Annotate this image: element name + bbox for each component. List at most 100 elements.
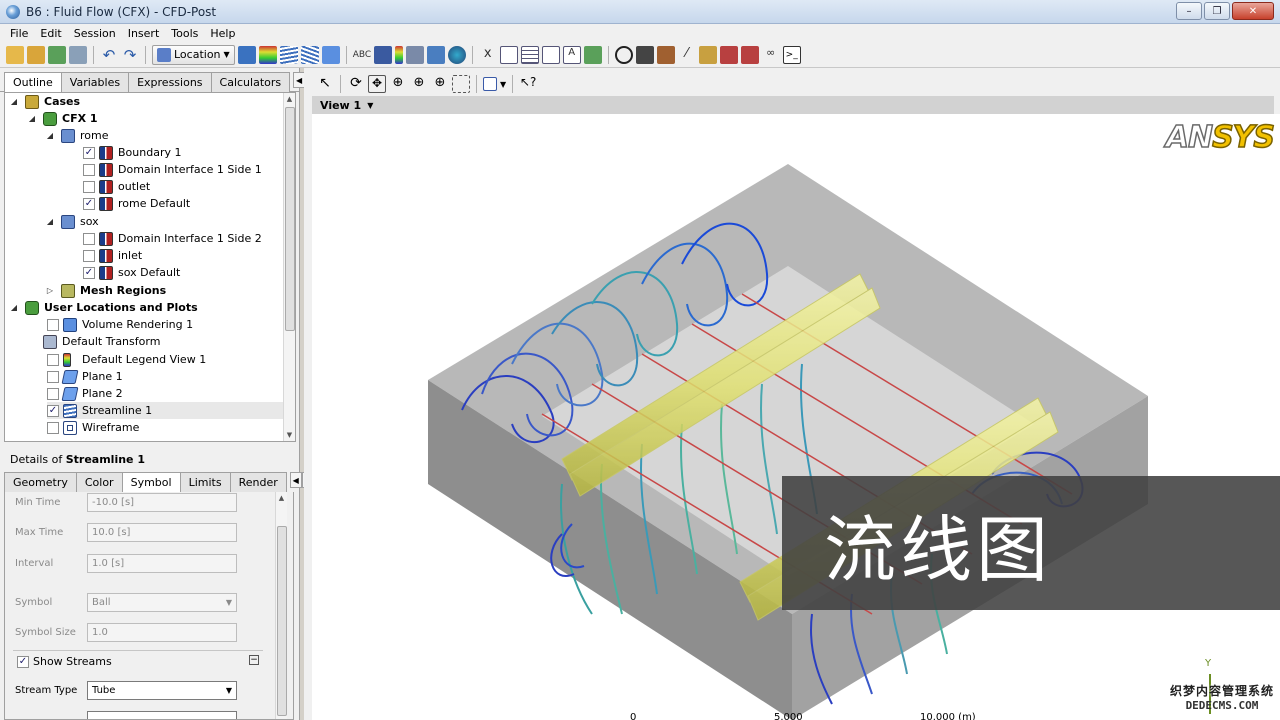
scrollbar-thumb[interactable]	[277, 526, 287, 716]
tree-node-wireframe[interactable]: Wireframe	[47, 419, 139, 436]
visibility-checkbox[interactable]	[83, 163, 95, 176]
clip-plane-icon[interactable]	[426, 45, 445, 64]
comment-icon[interactable]: A	[562, 45, 581, 64]
pan-icon[interactable]: ✥	[368, 75, 386, 93]
redo-icon[interactable]: ↷	[121, 46, 139, 64]
tree-node-legend[interactable]: Default Legend View 1	[47, 351, 206, 368]
close-button[interactable]: ✕	[1232, 2, 1274, 20]
tree-node-domain-sox[interactable]: ◢ sox	[45, 213, 99, 230]
tree-node-plane-1[interactable]: Plane 1	[47, 368, 123, 385]
particle-track-icon[interactable]	[300, 45, 319, 64]
command-editor-icon[interactable]: >_	[782, 45, 801, 64]
viewport-layout-icon[interactable]	[483, 77, 497, 91]
expander-icon[interactable]: ◢	[45, 217, 55, 226]
tree-scrollbar[interactable]: ▲ ▼	[283, 93, 295, 441]
variable-icon[interactable]: x	[479, 46, 497, 64]
expander-icon[interactable]: ▷	[45, 286, 55, 295]
tab-outline[interactable]: Outline	[4, 72, 62, 93]
menu-help[interactable]: Help	[204, 27, 241, 40]
zoom-icon[interactable]: ⊕	[389, 75, 407, 93]
timestep-icon[interactable]	[614, 45, 633, 64]
tab-expressions[interactable]: Expressions	[128, 72, 212, 92]
fit-view-icon[interactable]	[452, 75, 470, 93]
volume-rendering-icon[interactable]	[321, 45, 340, 64]
visibility-checkbox[interactable]	[83, 249, 95, 262]
view-selector[interactable]: View 1 ▼	[312, 96, 1274, 114]
visibility-checkbox[interactable]: ✓	[83, 266, 95, 279]
visibility-checkbox[interactable]	[47, 387, 59, 400]
visibility-checkbox[interactable]	[83, 232, 95, 245]
menu-edit[interactable]: Edit	[34, 27, 67, 40]
expander-icon[interactable]: ◢	[45, 131, 55, 140]
animation-icon[interactable]	[635, 45, 654, 64]
tab-color[interactable]: Color	[75, 472, 123, 492]
color-map-icon[interactable]	[447, 45, 466, 64]
table-icon[interactable]	[520, 45, 539, 64]
viewport-canvas[interactable]: ANSYS Y 0 5.000 10.000 (m)	[312, 114, 1280, 720]
visibility-checkbox[interactable]: ✓	[47, 404, 59, 417]
tab-calculators[interactable]: Calculators	[210, 72, 291, 92]
tree-node-boundary[interactable]: outlet	[83, 178, 150, 195]
function-calculator-icon[interactable]	[698, 45, 717, 64]
chart-icon[interactable]	[541, 45, 560, 64]
scroll-up-icon[interactable]: ▲	[276, 492, 287, 504]
tree-node-boundary[interactable]: Domain Interface 1 Side 1	[83, 161, 262, 178]
tree-node-domain-rome[interactable]: ◢ rome	[45, 127, 109, 144]
scroll-up-icon[interactable]: ▲	[284, 93, 295, 105]
visibility-checkbox[interactable]: ✓	[83, 197, 95, 210]
show-streams-checkbox[interactable]: ✓	[17, 655, 29, 668]
restore-button[interactable]: ❐	[1204, 2, 1230, 20]
next-field-box[interactable]	[87, 710, 237, 719]
collapse-icon[interactable]: −	[249, 655, 259, 665]
streamline-icon[interactable]	[279, 45, 298, 64]
tab-geometry[interactable]: Geometry	[4, 472, 77, 492]
stream-type-select[interactable]: Tube ▼	[87, 680, 237, 700]
scroll-down-icon[interactable]: ▼	[284, 429, 295, 441]
expression-icon[interactable]	[499, 45, 518, 64]
visibility-checkbox[interactable]: ✓	[83, 146, 95, 159]
tree-node-cases[interactable]: ◢ Cases	[9, 93, 80, 110]
tree-node-boundary[interactable]: ✓ sox Default	[83, 264, 180, 281]
tree-node-boundary[interactable]: inlet	[83, 247, 142, 264]
tab-symbol[interactable]: Symbol	[121, 472, 181, 493]
visibility-checkbox[interactable]	[47, 421, 59, 434]
visibility-checkbox[interactable]	[47, 318, 59, 331]
minimize-button[interactable]: –	[1176, 2, 1202, 20]
macro-calculator-icon[interactable]	[719, 45, 738, 64]
tree-node-cfx1[interactable]: ◢ CFX 1	[27, 110, 98, 127]
tree-node-boundary[interactable]: ✓ Boundary 1	[83, 144, 181, 161]
instance-transform-icon[interactable]	[405, 45, 424, 64]
menu-session[interactable]: Session	[68, 27, 122, 40]
select-icon[interactable]: ↖	[316, 75, 334, 93]
text-icon[interactable]: ABC	[353, 46, 371, 64]
expander-icon[interactable]: ◢	[9, 97, 19, 106]
case-comparison-icon[interactable]: ∞	[762, 46, 780, 64]
chevron-down-icon[interactable]: ▼	[500, 80, 506, 89]
contour-icon[interactable]	[258, 45, 277, 64]
help-cursor-icon[interactable]: ↖?	[519, 75, 537, 93]
undo-icon[interactable]: ↶	[100, 46, 118, 64]
tree-node-default-transform[interactable]: Default Transform	[43, 333, 160, 350]
menu-insert[interactable]: Insert	[122, 27, 166, 40]
tree-node-boundary[interactable]: ✓ rome Default	[83, 195, 190, 212]
tree-node-plane-2[interactable]: Plane 2	[47, 385, 123, 402]
quick-editor-icon[interactable]	[656, 45, 675, 64]
expander-icon[interactable]: ◢	[9, 303, 19, 312]
scrollbar-thumb[interactable]	[285, 107, 295, 331]
tree-node-mesh-regions[interactable]: ▷ Mesh Regions	[45, 282, 166, 299]
tab-scroll-left-icon[interactable]: ◀	[289, 472, 302, 488]
zoom-box-icon[interactable]: ⊕	[410, 75, 428, 93]
menu-file[interactable]: File	[4, 27, 34, 40]
zoom-fit-icon[interactable]: ⊕	[431, 75, 449, 93]
details-scrollbar[interactable]: ▲	[275, 492, 287, 719]
tree-node-volume-rendering[interactable]: Volume Rendering 1	[47, 316, 193, 333]
save-picture-icon[interactable]	[69, 45, 87, 64]
tab-render[interactable]: Render	[229, 472, 287, 492]
figure-icon[interactable]	[583, 45, 602, 64]
mesh-calculator-icon[interactable]	[740, 45, 759, 64]
expander-icon[interactable]: ◢	[27, 114, 37, 123]
rotate-icon[interactable]: ⟳	[347, 75, 365, 93]
load-state-icon[interactable]	[6, 45, 24, 64]
menu-tools[interactable]: Tools	[165, 27, 204, 40]
tree-node-boundary[interactable]: Domain Interface 1 Side 2	[83, 230, 262, 247]
